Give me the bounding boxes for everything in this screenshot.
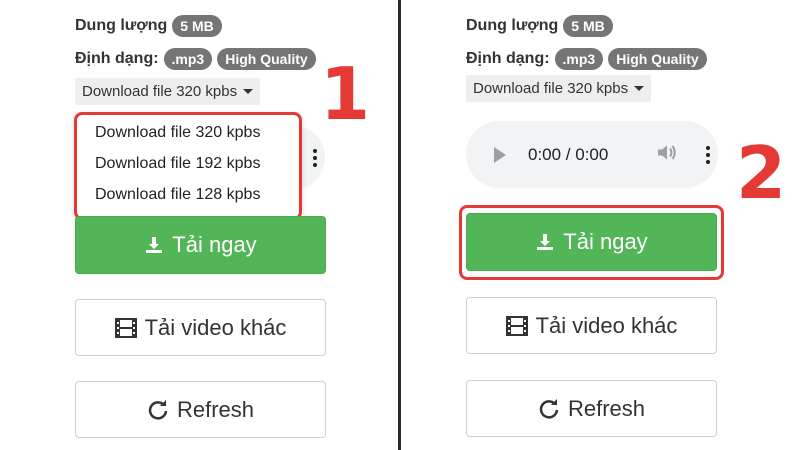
- format-badge: .mp3: [163, 48, 213, 70]
- refresh-button[interactable]: Refresh: [75, 381, 326, 438]
- other-video-button[interactable]: Tải video khác: [75, 299, 326, 356]
- caret-down-icon: [634, 86, 645, 91]
- quality-select[interactable]: Download file 320 kpbs: [466, 75, 652, 102]
- other-video-button[interactable]: Tải video khác: [466, 297, 717, 354]
- size-row: Dung lượng 5 MB: [466, 15, 613, 37]
- quality-dropdown-menu: Download file 320 kpbs Download file 192…: [74, 112, 302, 220]
- step-number-1: 1: [320, 52, 371, 136]
- download-button-label: Tải ngay: [563, 229, 648, 254]
- step-1-panel: Dung lượng 5 MB Định dạng: .mp3 High Qua…: [0, 0, 398, 450]
- quality-option-320[interactable]: Download file 320 kpbs: [77, 117, 299, 148]
- film-icon: [114, 317, 137, 338]
- audio-player[interactable]: 0:00 / 0:00: [466, 121, 718, 188]
- download-button[interactable]: Tải ngay: [75, 216, 326, 274]
- quality-select-value: Download file 320 kpbs: [473, 80, 629, 97]
- format-row: Định dạng: .mp3 High Quality: [466, 48, 707, 70]
- size-label: Dung lượng: [466, 17, 559, 34]
- refresh-icon: [538, 398, 560, 420]
- format-label: Định dạng:: [466, 50, 550, 67]
- more-options-icon[interactable]: [313, 148, 317, 167]
- refresh-button[interactable]: Refresh: [466, 380, 717, 437]
- film-icon: [505, 315, 528, 336]
- step-2-panel: Dung lượng 5 MB Định dạng: .mp3 High Qua…: [402, 0, 800, 450]
- quality-select[interactable]: Download file 320 kpbs: [75, 78, 261, 105]
- quality-badge: High Quality: [217, 48, 316, 70]
- format-badge: .mp3: [554, 48, 604, 70]
- other-video-button-label: Tải video khác: [535, 312, 678, 338]
- volume-icon[interactable]: [656, 142, 678, 167]
- size-badge: 5 MB: [172, 15, 222, 37]
- play-icon[interactable]: [494, 146, 506, 163]
- refresh-icon: [147, 399, 169, 421]
- quality-badge: High Quality: [608, 48, 707, 70]
- download-button-label: Tải ngay: [172, 232, 257, 257]
- quality-select-value: Download file 320 kpbs: [82, 83, 238, 100]
- format-row: Định dạng: .mp3 High Quality: [75, 48, 316, 70]
- caret-down-icon: [243, 89, 254, 94]
- refresh-button-label: Refresh: [567, 395, 646, 421]
- size-label: Dung lượng: [75, 17, 168, 34]
- quality-option-192[interactable]: Download file 192 kpbs: [77, 148, 299, 179]
- download-button[interactable]: Tải ngay: [466, 213, 717, 271]
- other-video-button-label: Tải video khác: [144, 314, 287, 340]
- format-label: Định dạng:: [75, 50, 159, 67]
- quality-option-128[interactable]: Download file 128 kpbs: [77, 179, 299, 210]
- refresh-button-label: Refresh: [176, 396, 255, 422]
- step-number-2: 2: [736, 131, 787, 215]
- download-icon: [535, 232, 555, 252]
- size-badge: 5 MB: [563, 15, 613, 37]
- more-options-icon[interactable]: [706, 145, 710, 164]
- download-icon: [144, 235, 164, 255]
- size-row: Dung lượng 5 MB: [75, 15, 222, 37]
- panel-divider: [398, 0, 401, 450]
- audio-time: 0:00 / 0:00: [528, 144, 609, 164]
